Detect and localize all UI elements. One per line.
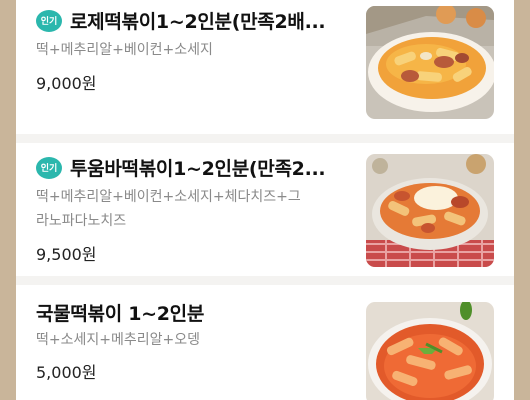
rose-tteokbokki-photo [366, 6, 494, 119]
soup-tteokbokki-photo [366, 302, 494, 400]
popular-badge: 인기 [36, 156, 62, 179]
menu-item-rose-tteokbokki[interactable]: 인기 로제떡볶이1~2인분(만족2배... 떡+메추리알+베이컨+소세지 9,0… [16, 0, 514, 134]
menu-item-description-line: 라노파다노치즈 [36, 213, 127, 229]
menu-item-toowoomba-tteokbokki[interactable]: 인기 투움바떡볶이1~2인분(만족2... 떡+메추리알+베이컨+소세지+체다치… [16, 143, 514, 276]
menu-item-title-row: 인기 투움바떡볶이1~2인분(만족2... [36, 154, 326, 181]
popular-badge: 인기 [36, 9, 62, 32]
menu-item-description-line: 떡+메추리알+베이컨+소세지+체다치즈+그 [36, 189, 301, 205]
menu-item-price: 5,000원 [36, 363, 97, 382]
menu-item-price: 9,000원 [36, 74, 97, 93]
menu-item-title-row: 국물떡볶이 1~2인분 [36, 299, 204, 326]
menu-item-image[interactable] [366, 154, 494, 267]
menu-item-soup-tteokbokki[interactable]: 국물떡볶이 1~2인분 떡+소세지+메추리알+오뎅 5,000원 [16, 285, 514, 400]
menu-item-image[interactable] [366, 6, 494, 119]
menu-item-description: 떡+소세지+메추리알+오뎅 [36, 332, 200, 348]
toowoomba-tteokbokki-photo [366, 154, 494, 267]
menu-item-name: 투움바떡볶이1~2인분(만족2... [70, 158, 326, 180]
menu-item-name: 국물떡볶이 1~2인분 [36, 303, 205, 325]
menu-item-description: 떡+메추리알+베이컨+소세지+체다치즈+그 라노파다노치즈 [36, 185, 336, 233]
menu-item-image[interactable] [366, 302, 494, 400]
menu-item-name: 로제떡볶이1~2인분(만족2배... [70, 11, 326, 33]
menu-item-price: 9,500원 [36, 245, 97, 264]
menu-item-title-row: 인기 로제떡볶이1~2인분(만족2배... [36, 7, 326, 34]
menu-list: 인기 로제떡볶이1~2인분(만족2배... 떡+메추리알+베이컨+소세지 9,0… [16, 0, 514, 400]
menu-item-description: 떡+메추리알+베이컨+소세지 [36, 42, 213, 58]
